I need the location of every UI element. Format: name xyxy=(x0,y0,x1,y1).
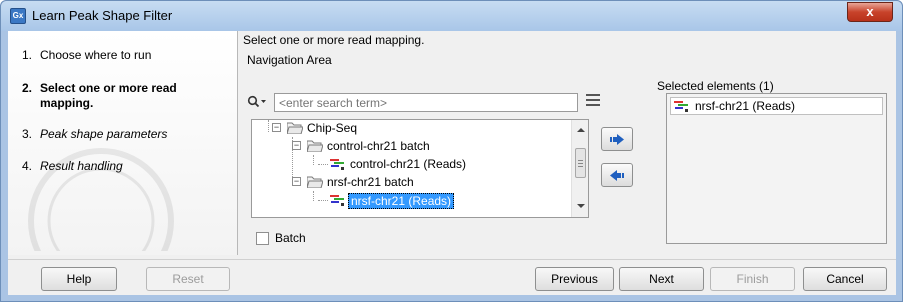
tree-item-label: control-chr21 batch xyxy=(327,139,430,153)
finish-button[interactable]: Finish xyxy=(710,267,795,291)
tree-item-label: nrsf-chr21 batch xyxy=(327,175,414,189)
main-panel: Select one or more read mapping. Navigat… xyxy=(240,31,896,255)
filter-icon[interactable] xyxy=(586,94,600,110)
step-3: 3. Peak shape parameters xyxy=(22,127,167,142)
step-label: Peak shape parameters xyxy=(40,127,168,141)
folder-open-icon xyxy=(287,122,303,134)
step-number: 3. xyxy=(22,127,33,141)
button-bar: Help Reset Previous Next Finish Cancel xyxy=(8,259,896,295)
reads-icon xyxy=(330,195,344,206)
step-label: Select one or more read mapping. xyxy=(40,81,177,110)
step-label: Result handling xyxy=(40,159,123,173)
navigation-tree[interactable]: − Chip-Seq − control-chr21 batch control… xyxy=(251,119,589,218)
tree-item-label: control-chr21 (Reads) xyxy=(350,157,467,171)
search-input[interactable] xyxy=(274,93,578,112)
step-4: 4. Result handling xyxy=(22,159,123,174)
help-button[interactable]: Help xyxy=(41,267,117,291)
arrow-right-icon xyxy=(610,134,624,145)
app-logo-icon: Gx xyxy=(10,8,26,24)
arrow-left-icon xyxy=(610,170,624,181)
folder-open-icon xyxy=(307,176,323,188)
collapse-icon[interactable]: − xyxy=(272,123,281,132)
dialog-body: 1. Choose where to run 2. Select one or mo… xyxy=(8,31,896,295)
wizard-steps-panel: 1. Choose where to run 2. Select one or mo… xyxy=(8,31,238,255)
navigation-area-label: Navigation Area xyxy=(247,53,332,67)
watermark-seal-icon xyxy=(28,148,174,251)
tree-scrollbar[interactable] xyxy=(571,120,588,217)
collapse-icon[interactable]: − xyxy=(292,141,301,150)
dialog-window: Gx Learn Peak Shape Filter x 1. Choose wh… xyxy=(0,0,903,302)
scroll-up-icon[interactable] xyxy=(577,128,585,132)
add-selection-button[interactable] xyxy=(601,127,633,151)
cancel-button[interactable]: Cancel xyxy=(803,267,887,291)
step-label: Choose where to run xyxy=(40,48,152,62)
selected-elements-list[interactable]: nrsf-chr21 (Reads) xyxy=(666,93,887,244)
title-bar: Gx Learn Peak Shape Filter x xyxy=(1,1,902,31)
search-icon[interactable] xyxy=(247,95,269,109)
previous-button[interactable]: Previous xyxy=(535,267,614,291)
next-button[interactable]: Next xyxy=(619,267,704,291)
selected-item[interactable]: nrsf-chr21 (Reads) xyxy=(670,97,883,115)
scroll-thumb[interactable] xyxy=(575,148,586,178)
step-2: 2. Select one or more read mapping. xyxy=(22,81,220,111)
step-number: 1. xyxy=(22,48,33,62)
step-number: 4. xyxy=(22,159,33,173)
batch-label: Batch xyxy=(275,231,306,245)
instruction-text: Select one or more read mapping. xyxy=(243,33,425,47)
window-title: Learn Peak Shape Filter xyxy=(32,8,173,23)
remove-selection-button[interactable] xyxy=(601,163,633,187)
step-number: 2. xyxy=(22,81,33,95)
collapse-icon[interactable]: − xyxy=(292,177,301,186)
scroll-down-icon[interactable] xyxy=(577,204,585,208)
tree-item-label: Chip-Seq xyxy=(307,121,358,135)
folder-open-icon xyxy=(307,140,323,152)
reset-button[interactable]: Reset xyxy=(146,267,230,291)
selected-elements-label: Selected elements (1) xyxy=(657,79,774,93)
reads-icon xyxy=(674,101,688,112)
batch-checkbox[interactable] xyxy=(256,232,269,245)
tree-item-label-selected: nrsf-chr21 (Reads) xyxy=(348,193,455,209)
reads-icon xyxy=(330,159,344,170)
close-button[interactable]: x xyxy=(847,2,893,22)
selected-item-label: nrsf-chr21 (Reads) xyxy=(695,99,796,113)
step-1: 1. Choose where to run xyxy=(22,48,151,63)
